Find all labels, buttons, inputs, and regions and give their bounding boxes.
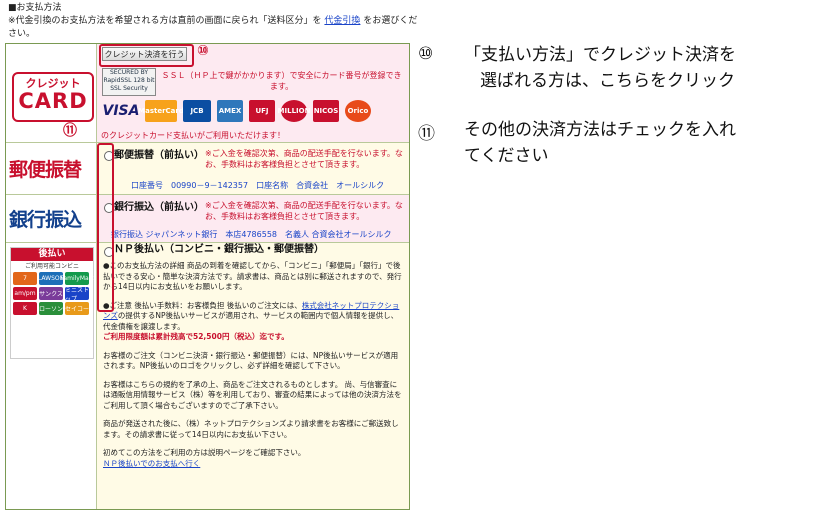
ampm-icon: am/pm xyxy=(13,287,37,300)
ssl-text: ＳＳＬ（ＨＰ上で鍵がかかります）で安全にカード番号が登録できます。 xyxy=(161,71,402,91)
bank-cell: 銀行振込（前払い） ※ご入金を確認次第、商品の配送手配を行ないます。なお、手数料… xyxy=(97,195,409,242)
mastercard-icon: MasterCard xyxy=(138,100,184,122)
np-logo-sub: ご利用可能コンビニ xyxy=(24,263,79,270)
np-details: ●このお支払方法の詳細 商品の到着を確認してから、「コンビニ」「郵便局」「銀行」… xyxy=(103,261,403,469)
np-payment-link[interactable]: ＮＰ後払いでのお支払へ行く xyxy=(103,459,200,468)
million-card-icon: MILLION xyxy=(278,100,310,122)
np-desc-3: お客様のご注文（コンビニ決済・銀行振込・郵便振替）には、NP後払いサービスが適用… xyxy=(103,350,399,371)
bank-logo-text: 銀行振込 xyxy=(9,209,82,231)
np-logo-panel[interactable]: 後払い ご利用可能コンビニ 7 LAWSON FamilyMart am/pm … xyxy=(10,247,94,359)
bank-account: 銀行振込 ジャパンネット銀行 本店4786558 名義人 合資会社オールシルク xyxy=(111,230,392,239)
postal-logo: 郵便振替 xyxy=(6,143,97,194)
postal-cell: 郵便振替（前払い） ※ご入金を確認次第、商品の配送手配を行ないます。なお、手数料… xyxy=(97,143,409,194)
np-desc-5: 商品が発送された後に、（株）ネットプロテクションズより請求書をお客様にご郵送致し… xyxy=(103,419,399,439)
annotation-10: ⑩ 「支払い方法」でクレジット決済を 選ばれる方は、こちらをクリック xyxy=(418,44,736,91)
sunkus-icon: サンクス xyxy=(39,287,63,300)
seicomart-icon: セイコー xyxy=(65,302,89,315)
np-title: ＮＰ後払い（コンビニ・銀行振込・郵便振替） xyxy=(114,244,324,255)
store-logos: 7 LAWSON FamilyMart am/pm サンクス ミニストップ K … xyxy=(11,270,94,317)
highlight-box-10 xyxy=(99,44,194,67)
np-limit: ご利用限度額は累計残高で52,500円（税込）迄です。 xyxy=(103,332,289,341)
postal-logo-text: 郵便振替 xyxy=(9,159,82,181)
orico-icon: Orico xyxy=(345,100,371,122)
credit-card-logo: クレジット CARD ⑪ xyxy=(6,44,97,142)
np-cell: ＮＰ後払い（コンビニ・銀行振込・郵便振替） ●このお支払方法の詳細 商品の到着を… xyxy=(97,243,409,509)
bank-note: ※ご入金を確認次第、商品の配送手配を行ないます。なお、手数料はお客様負担とさせて… xyxy=(205,201,403,221)
np-desc-6: 初めてこの方法をご利用の方は説明ページをご確認下さい。 ＮＰ後払いでのお支払へ行… xyxy=(103,448,306,468)
cod-link[interactable]: 代金引換 xyxy=(324,16,360,26)
credit-row: クレジット CARD ⑪ クレジット決済を行う ⑩ SECURED BY Rap… xyxy=(6,44,409,143)
annotation-11: ⑪ その他の決済方法はチェックを入れ てください xyxy=(418,120,736,166)
np-logo[interactable]: 後払い ご利用可能コンビニ 7 LAWSON FamilyMart am/pm … xyxy=(6,243,97,509)
rapidssl-seal-icon: SECURED BY RapidSSL 128 bit SSL Security xyxy=(102,68,156,96)
jcb-icon: JCB xyxy=(183,100,211,122)
marker-10: ⑩ xyxy=(197,43,209,59)
section-title: ■お支払方法 xyxy=(8,3,62,13)
postal-account: 口座番号 00990－9－142357 口座名称 合資会社 オールシルク xyxy=(131,181,385,190)
payment-header: ■お支払方法 ※代金引換のお支払方法を希望される方は直前の画面に戻られ「送料区分… xyxy=(8,2,418,41)
marker-11-left: ⑪ xyxy=(63,123,77,139)
bank-row: 銀行振込 銀行振込（前払い） ※ご入金を確認次第、商品の配送手配を行ないます。な… xyxy=(6,195,409,243)
visa-icon: VISA xyxy=(102,102,140,119)
np-desc-4: お客様はこちらの規約を了承の上、商品をご注文されるものとします。 尚、与信審査に… xyxy=(103,379,402,410)
seven-eleven-icon: 7 xyxy=(13,272,37,285)
circle-k-icon: K xyxy=(13,302,37,315)
bank-logo: 銀行振込 xyxy=(6,195,97,242)
payment-table: クレジット CARD ⑪ クレジット決済を行う ⑩ SECURED BY Rap… xyxy=(5,43,410,510)
amex-icon: AMEX xyxy=(217,100,243,122)
np-desc-1: ●このお支払方法の詳細 商品の到着を確認してから、「コンビニ」「郵便局」「銀行」… xyxy=(103,261,402,291)
np-logo-head: 後払い xyxy=(11,248,93,261)
card-logo-icon: クレジット CARD xyxy=(12,72,94,122)
ufj-icon: UFJ xyxy=(249,100,275,122)
familymart-icon: FamilyMart xyxy=(61,272,94,285)
np-desc-2: ●ご注意 後払い手数料：お客様負担 後払いのご注文には、株式会社ネットプロテクシ… xyxy=(103,300,400,342)
credit-note: のクレジットカード支払いがご利用いただけます！ xyxy=(101,131,285,140)
nicos-icon: NICOS xyxy=(313,100,339,122)
lawson-icon: LAWSON xyxy=(38,272,64,285)
card-brands: VISA MasterCard JCB AMEX UFJ MILLION NIC… xyxy=(103,100,371,122)
ministop-icon: ミニストップ xyxy=(65,286,90,303)
np-row: 後払い ご利用可能コンビニ 7 LAWSON FamilyMart am/pm … xyxy=(6,243,409,509)
cod-note: ※代金引換のお支払方法を希望される方は直前の画面に戻られ「送料区分」を 代金引換… xyxy=(8,16,418,39)
postal-title: 郵便振替（前払い） xyxy=(114,150,204,161)
highlight-box-11 xyxy=(97,143,114,312)
lawson-store-icon: ローソン xyxy=(39,302,63,315)
credit-cell: クレジット決済を行う ⑩ SECURED BY RapidSSL 128 bit… xyxy=(97,44,409,142)
bank-title: 銀行振込（前払い） xyxy=(114,202,204,213)
postal-note: ※ご入金を確認次第、商品の配送手配を行ないます。なお、手数料はお客様負担とさせて… xyxy=(205,149,403,169)
postal-row: 郵便振替 郵便振替（前払い） ※ご入金を確認次第、商品の配送手配を行ないます。な… xyxy=(6,143,409,195)
